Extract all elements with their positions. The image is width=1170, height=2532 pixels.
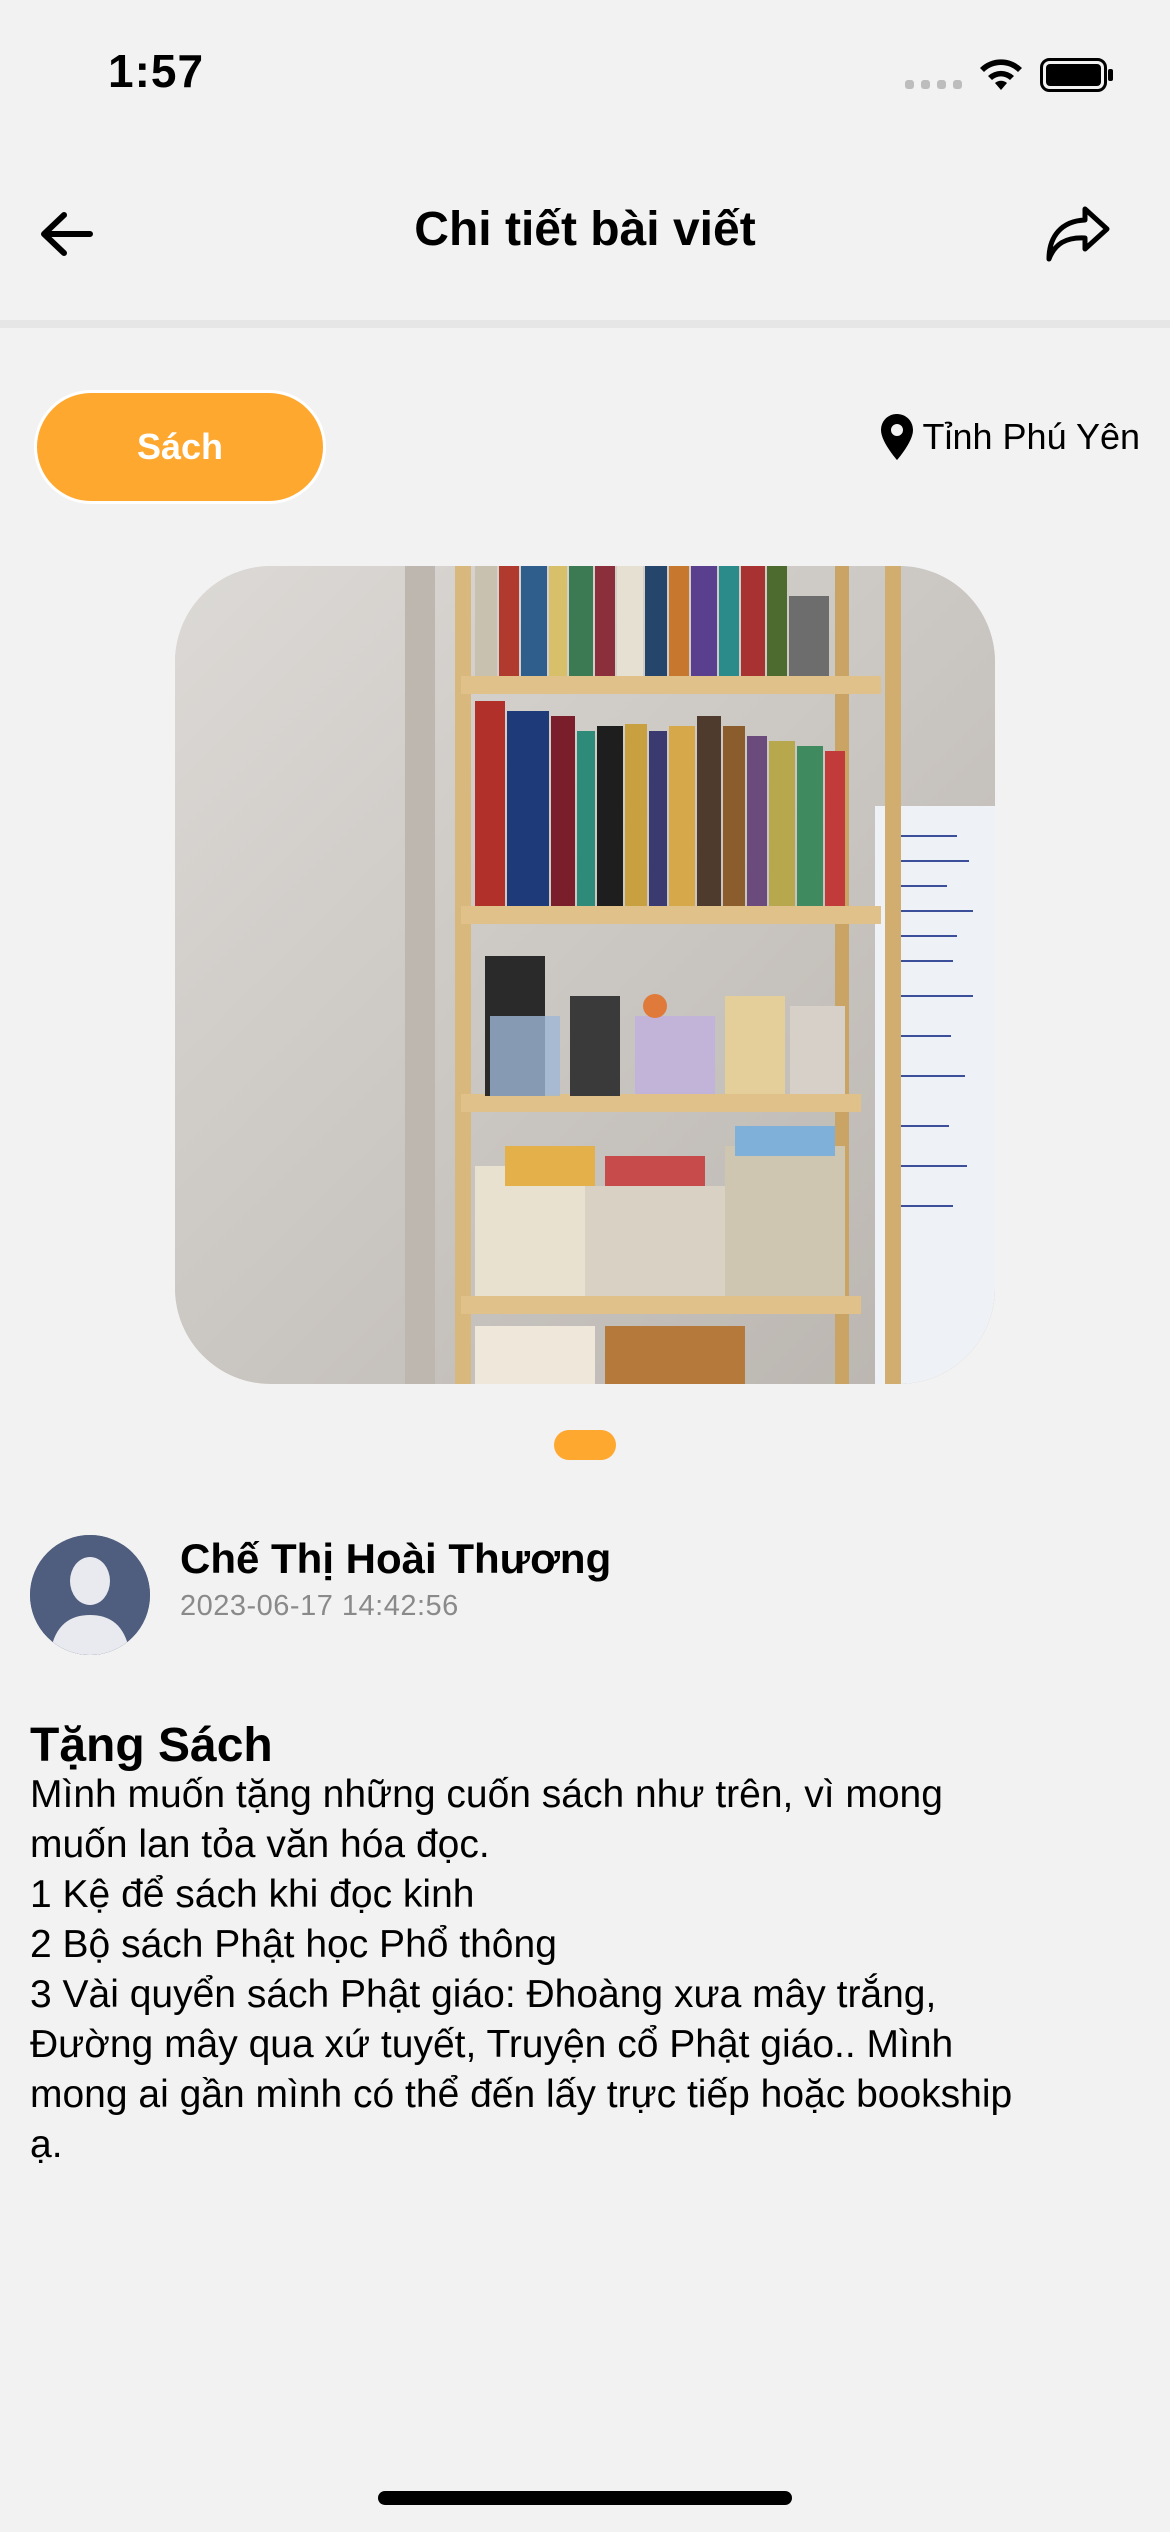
share-button[interactable]	[1040, 198, 1116, 270]
post-body-line: 3 Vài quyển sách Phật giáo: Đhoàng xưa m…	[30, 1973, 937, 2016]
carousel-page-indicator[interactable]	[554, 1430, 616, 1460]
post-body-line: 1 Kệ để sách khi đọc kinh	[30, 1873, 475, 1916]
share-forward-icon	[1046, 206, 1110, 262]
location-label: Tỉnh Phú Yên	[922, 416, 1141, 457]
post-body-line: ạ.	[30, 2123, 63, 2166]
default-user-avatar-icon	[30, 1535, 150, 1655]
post-body-line: mong ai gần mình có thể đến lấy trực tiế…	[30, 2073, 1013, 2116]
location: Tỉnh Phú Yên	[880, 414, 1141, 460]
bookshelf-photo	[175, 566, 995, 1384]
post-body: Mình muốn tặng những cuốn sách như trên,…	[30, 1770, 1150, 2170]
post-body-line: 2 Bộ sách Phật học Phổ thông	[30, 1923, 557, 1966]
post-body-line: Đường mây qua xứ tuyết, Truyện cổ Phật g…	[30, 2023, 954, 2066]
post-body-line: Mình muốn tặng những cuốn sách như trên,…	[30, 1773, 943, 1816]
home-indicator[interactable]	[378, 2491, 792, 2505]
post-timestamp: 2023-06-17 14:42:56	[180, 1590, 459, 1622]
battery-icon	[1040, 58, 1113, 92]
wifi-icon	[980, 59, 1022, 90]
post-title: Tặng Sách	[30, 1719, 273, 1772]
category-chip[interactable]: Sách	[34, 390, 326, 504]
status-bar: 1:57	[0, 0, 1170, 150]
map-pin-icon	[880, 414, 913, 460]
post-image[interactable]	[175, 566, 995, 1384]
status-time: 1:57	[108, 45, 205, 97]
page-title: Chi tiết bài viết	[414, 203, 756, 256]
post-body-line: muốn lan tỏa văn hóa đọc.	[30, 1823, 490, 1866]
cellular-signal-icon	[905, 80, 962, 89]
navigation-bar: Chi tiết bài viết	[0, 150, 1170, 320]
header-divider	[0, 320, 1170, 328]
author-avatar[interactable]	[30, 1535, 150, 1655]
author-name: Chế Thị Hoài Thương	[180, 1535, 612, 1582]
